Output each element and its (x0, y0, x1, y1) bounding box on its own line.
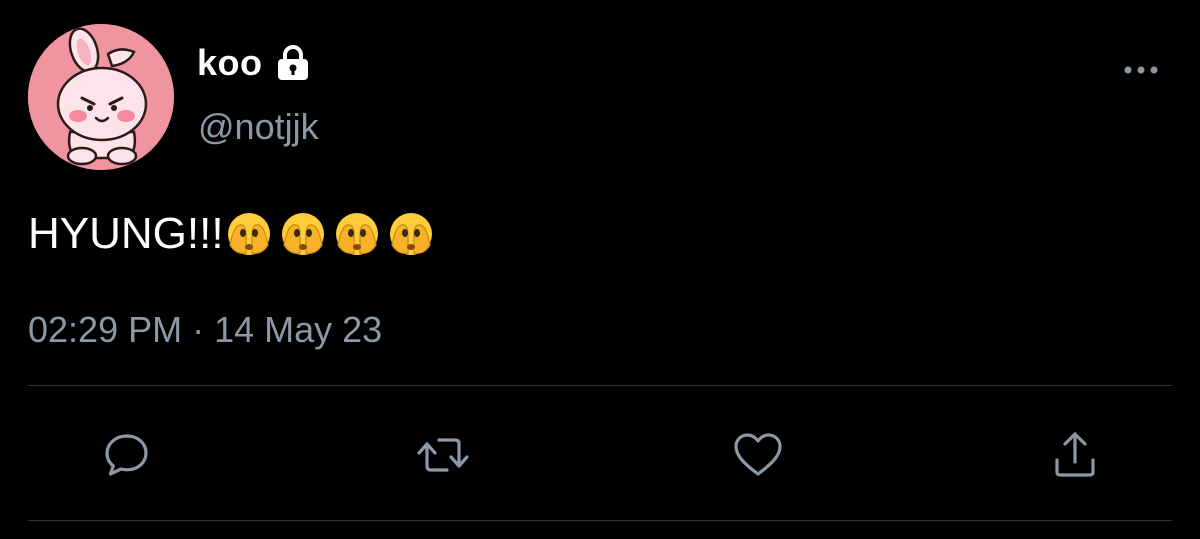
avatar[interactable] (28, 24, 174, 170)
display-name[interactable]: koo (197, 40, 263, 86)
like-button[interactable] (728, 425, 788, 485)
retweet-icon (417, 438, 469, 472)
face-with-hands-over-eyes-emoji (281, 213, 324, 255)
lock-icon (273, 43, 313, 83)
face-with-hands-over-eyes-emoji (389, 213, 432, 255)
tweet-text: HYUNG!!! (28, 204, 434, 264)
share-upload-icon (1055, 432, 1095, 477)
tweet-detail: koo @notjjk HYUNG!!! 02:29 PM · 14 May 2… (0, 0, 1200, 539)
action-bar (0, 425, 1200, 485)
emoji-group (224, 211, 434, 257)
share-button[interactable] (1045, 425, 1105, 485)
display-name-row: koo (197, 40, 313, 86)
more-options-icon[interactable] (1120, 58, 1162, 82)
face-with-hands-over-eyes-emoji (227, 213, 270, 255)
tweet-timestamp[interactable]: 02:29 PM · 14 May 23 (28, 306, 382, 354)
bunny-avatar-image (28, 24, 174, 170)
tweet-text-body: HYUNG!!! (28, 209, 224, 258)
retweet-button[interactable] (413, 425, 473, 485)
heart-icon (734, 433, 782, 476)
face-with-hands-over-eyes-emoji (335, 213, 378, 255)
speech-bubble-icon (105, 434, 148, 476)
divider (28, 520, 1172, 521)
reply-button[interactable] (96, 425, 156, 485)
divider (28, 385, 1172, 386)
user-handle[interactable]: @notjjk (198, 104, 319, 150)
